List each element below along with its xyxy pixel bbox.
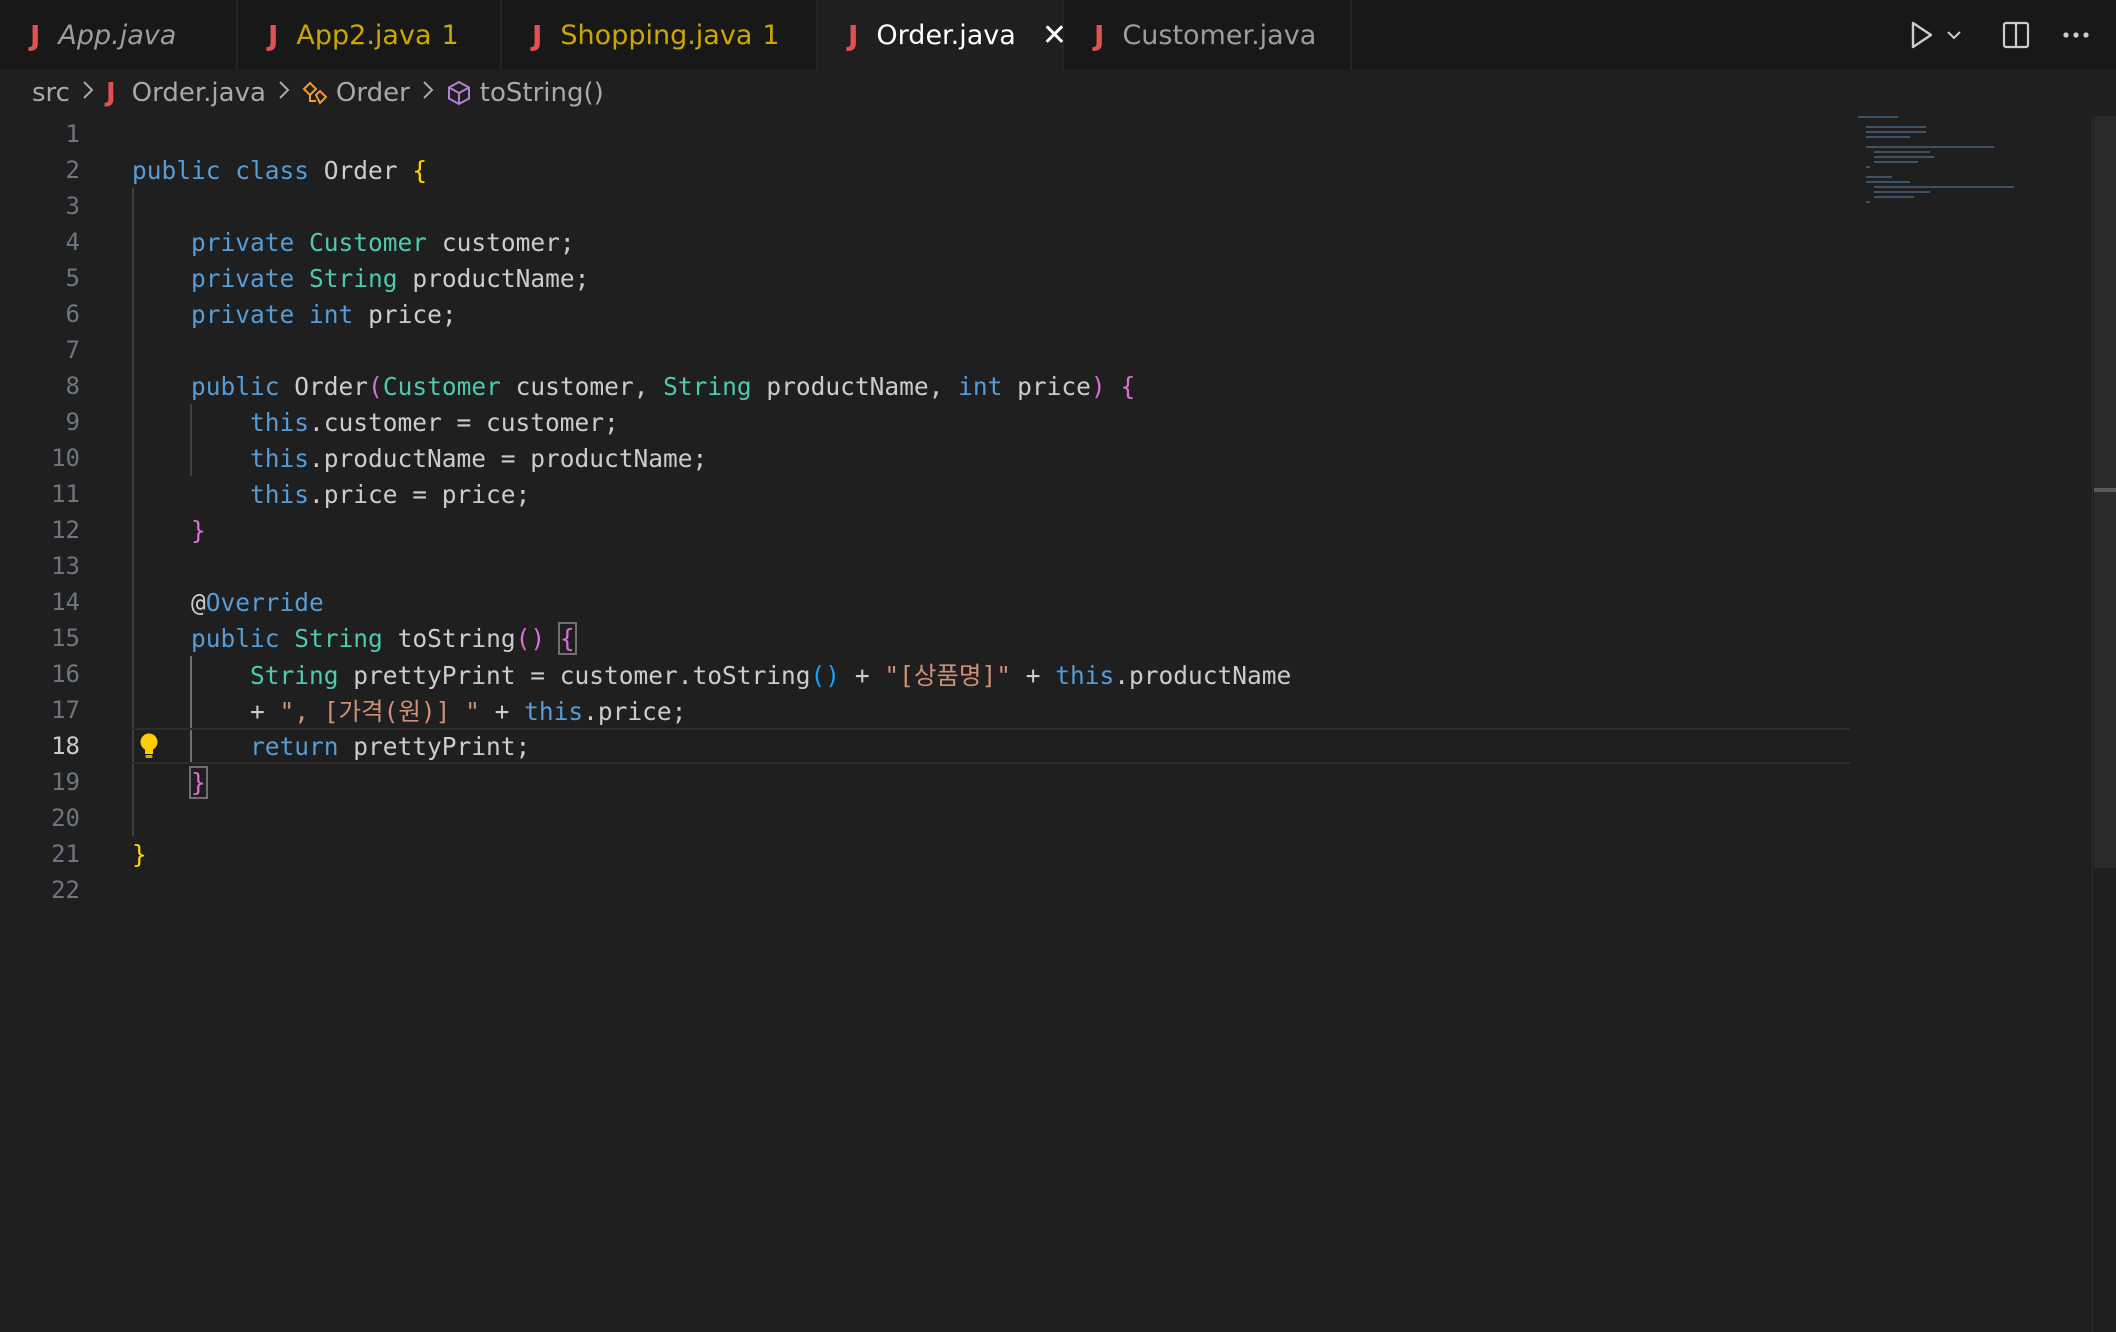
line-number: 7 [65,336,80,364]
line-number: 21 [51,840,80,868]
tab-customer-java[interactable]: J Customer.java [1064,0,1352,70]
minimap[interactable] [1858,116,2018,203]
scrollbar-thumb[interactable] [2094,116,2116,868]
scrollbar-cursor-marker [2094,488,2116,492]
java-file-icon: J [848,18,859,52]
code-text: } [189,765,208,799]
run-icon[interactable] [1910,21,1934,49]
code-text: this.productName = productName; [250,443,708,473]
code-line: 6 private int price; [0,296,1850,332]
line-number: 4 [65,228,80,256]
method-symbol-icon [446,80,472,106]
line-number: 14 [51,588,80,616]
line-number: 2 [65,156,80,184]
code-line: 16 String prettyPrint = customer.toStrin… [0,656,1850,692]
problem-count-badge: 1 [441,19,459,51]
code-line: 17 + ", [가격(원)] " + this.price; [0,692,1850,728]
breadcrumb: src J Order.java Order toString() [0,70,2116,116]
java-file-icon: J [268,18,279,52]
code-line: 15 public String toString() { [0,620,1850,656]
split-editor-icon[interactable] [2002,21,2030,49]
code-text: } [132,839,147,869]
tab-app2-java[interactable]: J App2.java 1 [238,0,502,70]
breadcrumb-file[interactable]: Order.java [132,78,266,108]
code-line: 2 public class Order { [0,152,1850,188]
java-file-icon: J [532,18,543,52]
breadcrumb-method[interactable]: toString() [480,78,604,108]
java-file-icon: J [30,18,41,52]
chevron-right-icon [82,80,94,106]
line-number: 20 [51,804,80,832]
code-text: this.price = price; [250,479,531,509]
code-line: 1 [0,116,1850,152]
breadcrumb-folder[interactable]: src [32,78,70,108]
line-number: 22 [51,876,80,904]
chevron-down-icon[interactable] [1946,29,1962,41]
tab-shopping-java[interactable]: J Shopping.java 1 [502,0,818,70]
line-number: 15 [51,624,80,652]
line-number: 12 [51,516,80,544]
breadcrumb-class[interactable]: Order [336,78,410,108]
line-number: 6 [65,300,80,328]
line-number: 1 [65,120,80,148]
line-number: 9 [65,408,80,436]
code-line: 11 this.price = price; [0,476,1850,512]
line-number: 17 [51,696,80,724]
code-line: 13 [0,548,1850,584]
code-text: @Override [132,587,324,617]
line-number: 10 [51,444,80,472]
line-number: 3 [65,192,80,220]
code-line: 14 @Override [0,584,1850,620]
tab-label: Order.java [876,19,1016,51]
java-file-icon: J [1094,18,1105,52]
editor-tab-bar: J App.java J App2.java 1 J Shopping.java… [0,0,2116,70]
tab-label: Customer.java [1122,19,1317,51]
problem-count-badge: 1 [762,19,780,51]
code-text: private Customer customer; [191,227,575,257]
code-line: 9 this.customer = customer; [0,404,1850,440]
class-symbol-icon [302,81,328,105]
code-line: 5 private String productName; [0,260,1850,296]
code-line: 21 } [0,836,1850,872]
code-text: private int price; [191,299,457,329]
line-number: 16 [51,660,80,688]
code-line: 4 private Customer customer; [0,224,1850,260]
tab-label: Shopping.java [560,19,753,51]
more-actions-icon[interactable] [2062,31,2090,39]
code-text: this.customer = customer; [250,407,619,437]
line-number: 19 [51,768,80,796]
code-line: 7 [0,332,1850,368]
code-line-current: 18 return prettyPrint; [0,728,1850,764]
code-line: 12 } [0,512,1850,548]
tab-app-java[interactable]: J App.java [0,0,238,70]
code-editor[interactable]: 1 2 public class Order { 3 4 private Cus… [0,116,2090,1332]
line-number: 18 [51,732,80,760]
code-line: 3 [0,188,1850,224]
java-file-icon: J [105,78,116,108]
code-text: } [191,515,206,545]
code-text: String prettyPrint = customer.toString()… [250,660,1292,690]
editor-actions [1910,0,2116,70]
line-number: 8 [65,372,80,400]
chevron-right-icon [422,80,434,106]
line-number: 5 [65,264,80,292]
code-text: return prettyPrint; [250,731,531,761]
code-text: public Order(Customer customer, String p… [191,371,1136,401]
code-line: 19 } [0,764,1850,800]
code-text: private String productName; [191,263,590,293]
code-text: + ", [가격(원)] " + this.price; [132,696,687,726]
code-line: 8 public Order(Customer customer, String… [0,368,1850,404]
chevron-right-icon [278,80,290,106]
tab-order-java[interactable]: J Order.java ✕ [818,0,1067,70]
code-line: 20 [0,800,1850,836]
tab-label: App.java [58,19,177,51]
line-number: 11 [51,480,80,508]
line-number: 13 [51,552,80,580]
tab-label: App2.java [296,19,432,51]
code-line: 22 [0,872,1850,908]
code-text: public class Order { [132,155,428,185]
code-line: 10 this.productName = productName; [0,440,1850,476]
code-text: public String toString() { [191,621,577,655]
